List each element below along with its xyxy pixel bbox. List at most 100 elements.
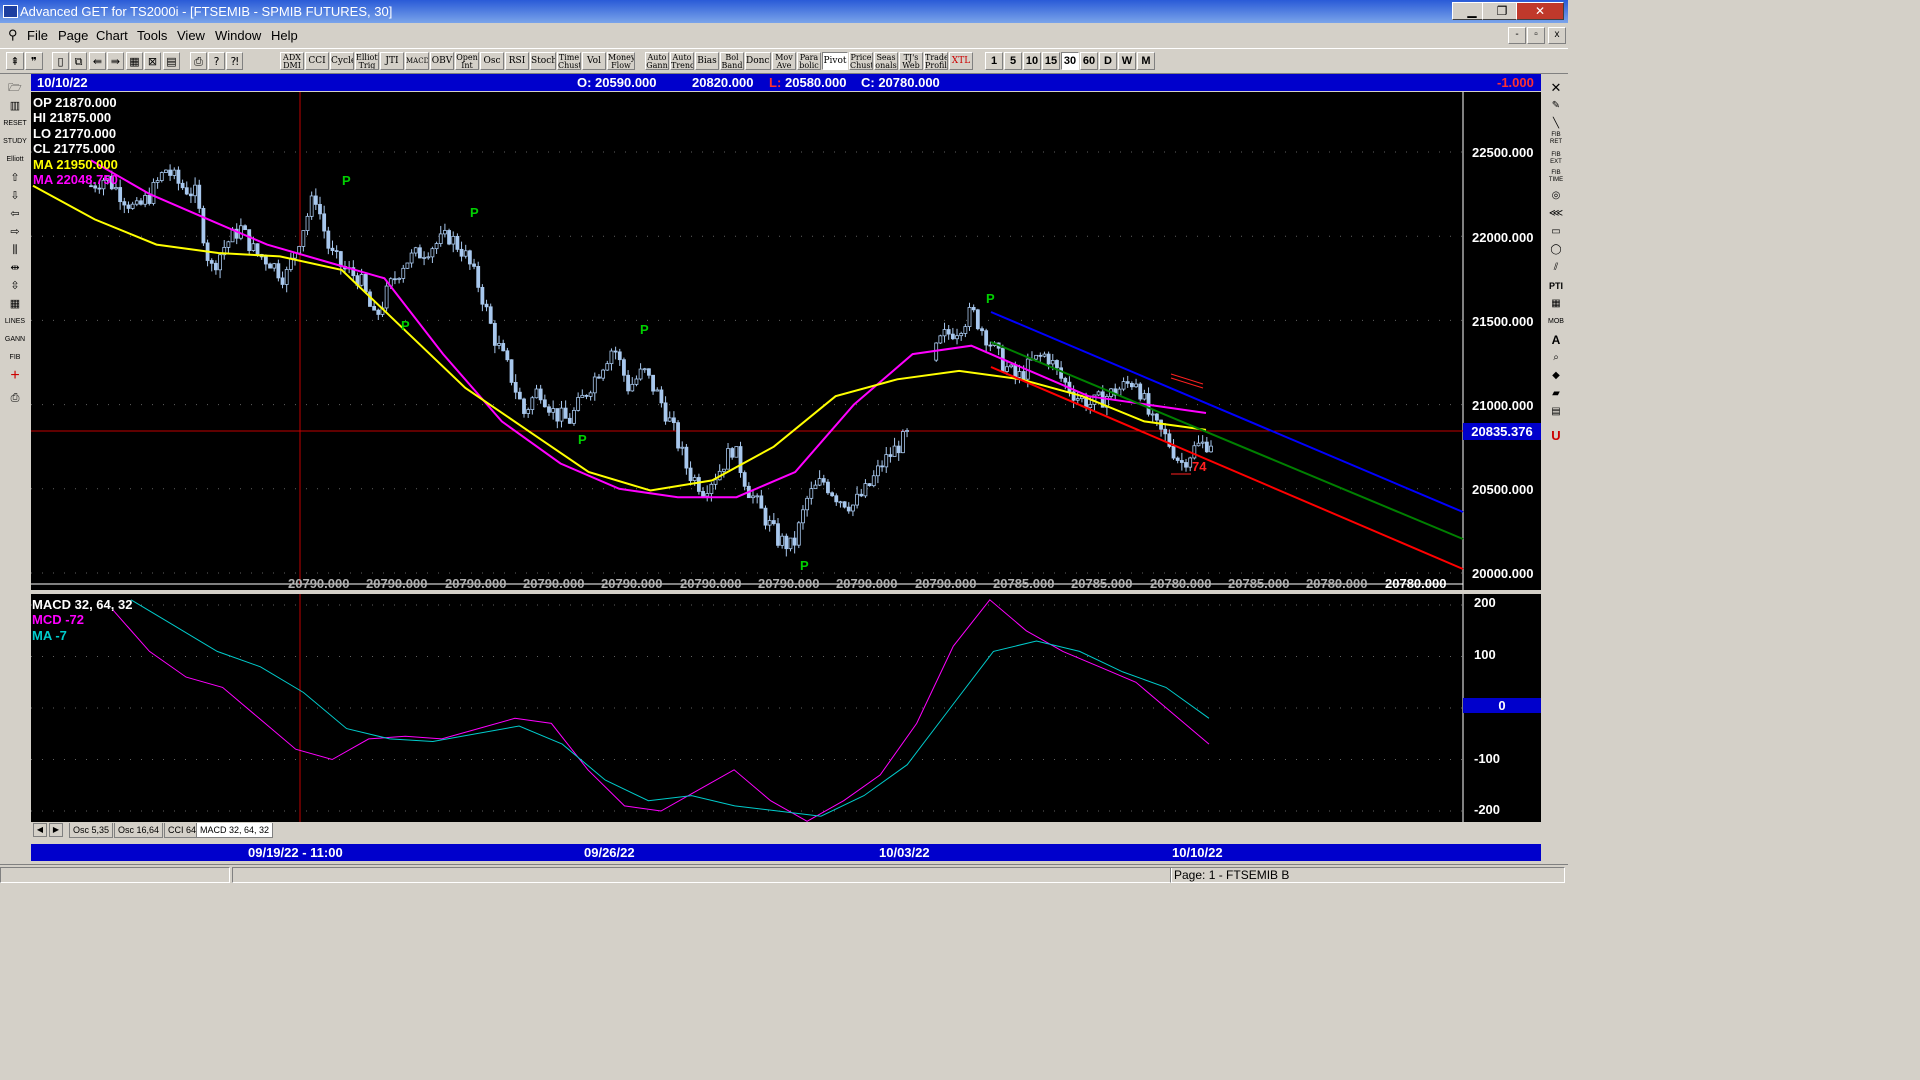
study-trade-profile-button[interactable]: Trade Profile [924, 52, 948, 70]
study-jti-button[interactable]: JTI [380, 52, 404, 70]
left-arrow-icon[interactable]: ⇦ [3, 206, 27, 223]
print-icon[interactable]: ⎙ [190, 52, 207, 70]
menu-file[interactable]: File [27, 28, 48, 43]
elliott-icon[interactable]: Elliott [3, 152, 27, 169]
mob-icon[interactable]: MOB [1545, 314, 1567, 331]
study-price-chust-button[interactable]: Price Chust [849, 52, 873, 70]
window-icon[interactable]: ▦ [3, 296, 27, 313]
macd-chart[interactable] [31, 594, 1541, 822]
reset-icon[interactable]: RESET [3, 116, 27, 133]
price-chart[interactable] [31, 92, 1541, 590]
period-w-button[interactable]: W [1118, 52, 1136, 70]
study-rsi-button[interactable]: RSI [505, 52, 529, 70]
study-stoch-button[interactable]: Stoch [530, 52, 556, 70]
layout-icon[interactable]: ▤ [163, 52, 180, 70]
mdi-close-button[interactable]: x [1548, 27, 1566, 44]
menu-view[interactable]: View [177, 28, 205, 43]
back-icon[interactable]: ⇚ [89, 52, 106, 70]
study-donch-button[interactable]: Donch [745, 52, 771, 70]
study-adx-dmi-button[interactable]: ADX DMI [280, 52, 304, 70]
tab-cci-64[interactable]: CCI 64 [164, 823, 201, 838]
channel-icon[interactable]: ⫽ [1545, 260, 1567, 277]
study-money-flow-button[interactable]: Money Flow [607, 52, 635, 70]
close-button[interactable]: ✕ [1516, 2, 1564, 20]
grid-icon[interactable]: ▦ [126, 52, 143, 70]
study-pivot-button[interactable]: Pivot [822, 52, 848, 70]
study-tjs-web-button[interactable]: TJ's Web [899, 52, 923, 70]
study-seasonals-button[interactable]: Seas onals [874, 52, 898, 70]
study-cycles-button[interactable]: Cycles [330, 52, 354, 70]
study-xtl-button[interactable]: XTL [949, 52, 973, 70]
study-parabolic-button[interactable]: Para bolic [797, 52, 821, 70]
tab-osc-5-35[interactable]: Osc 5,35 [69, 823, 114, 838]
menu-chart[interactable]: Chart [96, 28, 128, 43]
study-icon[interactable]: STUDY [3, 134, 27, 151]
tab-osc-16-64[interactable]: Osc 16,64 [114, 823, 164, 838]
period-m-button[interactable]: M [1137, 52, 1155, 70]
copy-page-icon[interactable]: ⧉ [70, 52, 87, 70]
folder-icon[interactable]: 🗁 [3, 80, 27, 97]
lines-icon[interactable]: LINES [3, 314, 27, 331]
period-10-button[interactable]: 10 [1023, 52, 1041, 70]
bars-icon[interactable]: ⫼ [3, 242, 27, 259]
ellipse-2-icon[interactable]: ◯ [1545, 242, 1567, 259]
tab-scroll-right[interactable]: ▶ [49, 823, 63, 837]
study-elliott-trig-button[interactable]: Elliott Trig [355, 52, 379, 70]
menu-page[interactable]: Page [58, 28, 88, 43]
ellipse-icon[interactable]: ◎ [1545, 188, 1567, 205]
crosshair-icon[interactable]: + [3, 368, 27, 385]
grid-icon[interactable]: ▦ [1545, 296, 1567, 313]
properties-icon[interactable]: ▤ [1545, 404, 1567, 421]
tab-macd[interactable]: MACD 32, 64, 32 [196, 823, 274, 838]
study-obv-button[interactable]: OBV [430, 52, 454, 70]
period-1-button[interactable]: 1 [985, 52, 1003, 70]
expand-icon[interactable]: ⇹ [3, 260, 27, 277]
fib-time-icon[interactable]: FIB TIME [1545, 170, 1567, 187]
study-open-int-button[interactable]: Open Int [455, 52, 479, 70]
close-x-icon[interactable]: ✕ [1545, 80, 1567, 97]
compress-icon[interactable]: ⇳ [3, 278, 27, 295]
tab-scroll-left[interactable]: ◀ [33, 823, 47, 837]
text-icon[interactable]: A [1545, 332, 1567, 349]
study-vol-button[interactable]: Vol [582, 52, 606, 70]
fib-ext-icon[interactable]: FIB EXT [1545, 152, 1567, 169]
menu-window[interactable]: Window [215, 28, 261, 43]
study-mov-ave-button[interactable]: Mov Ave [772, 52, 796, 70]
study-macd-button[interactable]: MACD [405, 52, 429, 70]
fib-ret-icon[interactable]: FIB RET [1545, 132, 1567, 149]
right-arrow-icon[interactable]: ⇨ [3, 224, 27, 241]
pencil-icon[interactable]: ✎ [1545, 98, 1567, 115]
eraser-icon[interactable]: ▰ [1545, 386, 1567, 403]
study-time-chust-button[interactable]: Time Chust [557, 52, 581, 70]
period-30-button[interactable]: 30 [1061, 52, 1079, 70]
bar-icon[interactable]: ▥ [3, 98, 27, 115]
mdi-restore-button[interactable]: ▫ [1527, 27, 1545, 44]
forward-icon[interactable]: ⇛ [107, 52, 124, 70]
menu-tools[interactable]: Tools [137, 28, 167, 43]
help-icon[interactable]: ⁈ [226, 52, 243, 70]
study-osc-button[interactable]: Osc [480, 52, 504, 70]
period-60-button[interactable]: 60 [1080, 52, 1098, 70]
zoom-icon[interactable]: ⌕ [1545, 350, 1567, 367]
period-d-button[interactable]: D [1099, 52, 1117, 70]
fib-icon[interactable]: FIB [3, 350, 27, 367]
info-icon[interactable]: ? [208, 52, 225, 70]
print-icon[interactable]: ⎙ [3, 390, 27, 407]
study-cci-button[interactable]: CCI [305, 52, 329, 70]
study-bol-band-button[interactable]: Bol Band [720, 52, 744, 70]
period-5-button[interactable]: 5 [1004, 52, 1022, 70]
line-icon[interactable]: ╲ [1545, 116, 1567, 133]
cursor-icon[interactable]: ⇞ [6, 52, 24, 70]
new-page-icon[interactable]: ▯ [52, 52, 69, 70]
cross-icon[interactable]: ⊠ [144, 52, 161, 70]
study-auto-gann-button[interactable]: Auto Gann [645, 52, 669, 70]
study-bias-button[interactable]: Bias [695, 52, 719, 70]
gann-icon[interactable]: GANN [3, 332, 27, 349]
up-arrow-icon[interactable]: ⇧ [3, 170, 27, 187]
pti-icon[interactable]: PTI [1545, 278, 1567, 295]
period-15-button[interactable]: 15 [1042, 52, 1060, 70]
mdi-minimize-button[interactable]: - [1508, 27, 1526, 44]
quote-icon[interactable]: ❞ [25, 52, 43, 70]
undo-icon[interactable]: U [1545, 428, 1567, 445]
study-auto-trend-button[interactable]: Auto Trend [670, 52, 694, 70]
